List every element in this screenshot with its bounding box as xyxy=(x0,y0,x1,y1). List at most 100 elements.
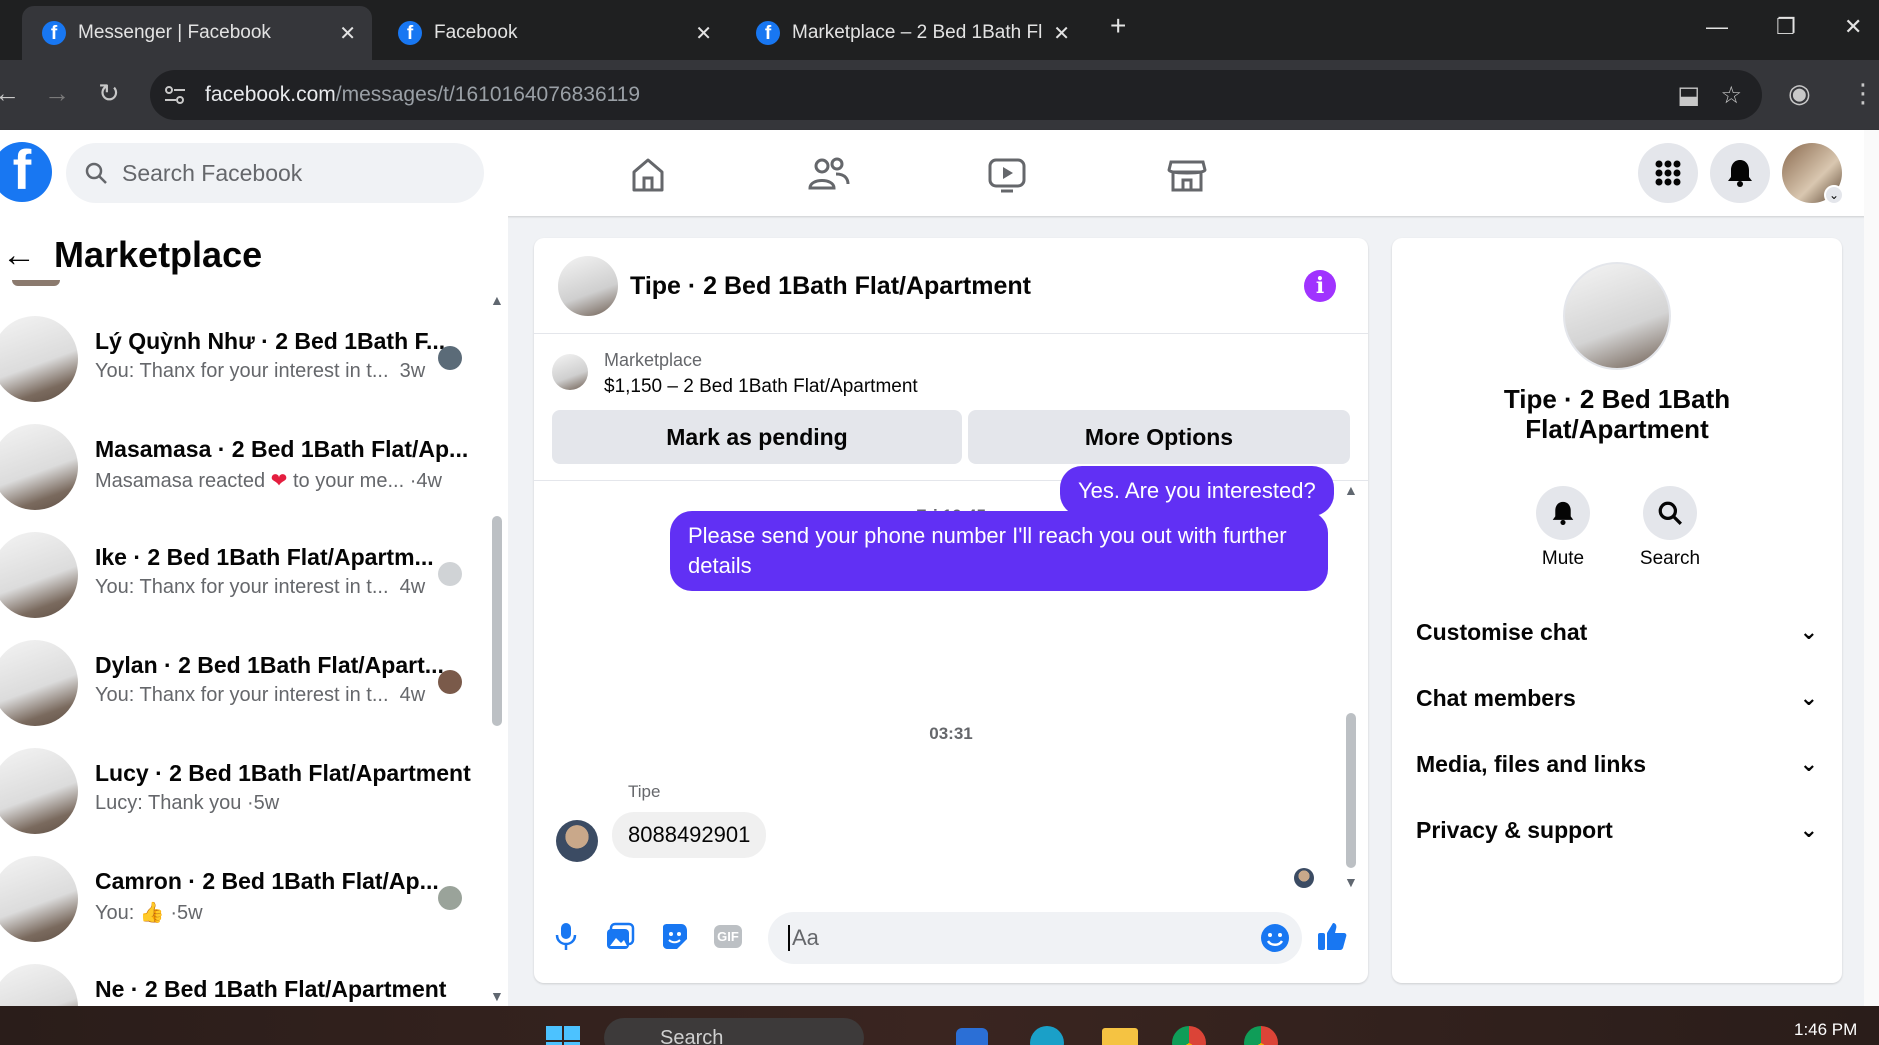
page-scrollbar[interactable] xyxy=(1864,130,1879,1006)
chat-details-panel: Tipe · 2 Bed 1Bath Flat/Apartment Mute S… xyxy=(1392,238,1842,983)
kebab-menu-icon[interactable]: ⋮ xyxy=(1850,78,1876,109)
scroll-down-icon[interactable]: ▼ xyxy=(1344,874,1358,890)
emoji-icon[interactable] xyxy=(1260,923,1290,953)
edge-icon[interactable] xyxy=(1030,1026,1064,1045)
list-item[interactable]: Ike · 2 Bed 1Bath Flat/Apartm... You: Th… xyxy=(0,532,480,640)
taskbar-search[interactable]: Search xyxy=(604,1018,864,1045)
forward-icon[interactable]: → xyxy=(44,78,70,109)
conversation-snippet: Lucy: Thank you ·5w xyxy=(95,792,280,814)
list-item[interactable]: Camron · 2 Bed 1Bath Flat/Ap... You: 👍 ·… xyxy=(0,856,480,964)
listing-price[interactable]: $1,150 – 2 Bed 1Bath Flat/Apartment xyxy=(604,376,918,398)
search-input[interactable]: Search Facebook xyxy=(66,143,484,203)
new-tab-icon[interactable]: + xyxy=(1110,10,1126,42)
taskbar-clock[interactable]: 1:46 PM xyxy=(1794,1020,1857,1040)
microphone-icon[interactable] xyxy=(550,920,582,952)
listing-thumbnail xyxy=(0,532,78,618)
like-icon[interactable] xyxy=(1316,920,1348,952)
row-label: Customise chat xyxy=(1416,618,1588,645)
list-item[interactable]: Dylan · 2 Bed 1Bath Flat/Apart... You: T… xyxy=(0,640,480,748)
windows-taskbar: Search 1:46 PM xyxy=(0,1006,1879,1045)
scroll-down-icon[interactable]: ▼ xyxy=(490,988,504,1004)
chat-panel: Tipe · 2 Bed 1Bath Flat/Apartment i Mark… xyxy=(534,238,1368,983)
listing-thumbnail xyxy=(0,964,78,1006)
outgoing-message[interactable]: Yes. Are you interested? xyxy=(1060,466,1334,516)
conversation-name: Lý Quỳnh Như · 2 Bed 1Bath F... xyxy=(95,328,446,354)
restore-icon[interactable]: ❐ xyxy=(1776,14,1796,40)
more-options-button[interactable]: More Options xyxy=(968,410,1350,464)
chat-members-row[interactable]: Chat members ⌄ xyxy=(1416,678,1818,718)
privacy-support-row[interactable]: Privacy & support ⌄ xyxy=(1416,810,1818,850)
conversation-snippet: You: Thanx for your interest in t... 4w xyxy=(95,684,426,706)
url-bar[interactable]: facebook.com/messages/t/1610164076836119… xyxy=(150,70,1762,120)
list-item[interactable]: Lý Quỳnh Như · 2 Bed 1Bath F... You: Tha… xyxy=(0,316,480,424)
install-app-icon[interactable]: ⬓ xyxy=(1677,81,1700,110)
mute-button[interactable] xyxy=(1536,486,1590,540)
scroll-up-icon[interactable]: ▲ xyxy=(1344,482,1358,498)
conversation-name: Ike · 2 Bed 1Bath Flat/Apartm... xyxy=(95,544,434,570)
watch-icon[interactable] xyxy=(985,152,1029,196)
sender-avatar[interactable] xyxy=(556,820,598,862)
bell-icon xyxy=(1728,160,1752,187)
tab-marketplace[interactable]: f Marketplace – 2 Bed 1Bath Flat/ ✕ xyxy=(736,6,1086,60)
notifications-button[interactable] xyxy=(1710,143,1770,203)
message-input[interactable]: Aa xyxy=(768,912,1302,964)
mark-as-pending-button[interactable]: Mark as pending xyxy=(552,410,962,464)
marketplace-icon[interactable] xyxy=(1165,152,1209,196)
reload-icon[interactable]: ↻ xyxy=(98,78,120,109)
window-close-icon[interactable]: ✕ xyxy=(1844,14,1862,40)
facebook-favicon-icon: f xyxy=(42,21,66,45)
taskbar-app-icon[interactable] xyxy=(956,1028,988,1045)
listing-thumbnail xyxy=(0,856,78,942)
home-icon[interactable] xyxy=(626,152,670,196)
back-arrow-icon[interactable]: ← xyxy=(2,236,36,275)
chevron-down-icon: ⌄ xyxy=(1799,817,1818,842)
facebook-header: f Search Facebook ⌄ xyxy=(0,130,1879,216)
search-in-chat-button[interactable] xyxy=(1643,486,1697,540)
windows-start-icon[interactable] xyxy=(546,1026,580,1045)
facebook-favicon-icon: f xyxy=(756,21,780,45)
bookmark-star-icon[interactable]: ☆ xyxy=(1720,81,1742,110)
gif-icon[interactable]: GIF xyxy=(712,920,744,952)
read-receipt-avatar xyxy=(438,346,462,370)
chrome-icon[interactable] xyxy=(1244,1026,1278,1045)
site-settings-icon[interactable] xyxy=(164,85,186,105)
back-icon[interactable]: ← xyxy=(0,78,20,109)
listing-avatar[interactable] xyxy=(1563,262,1671,370)
row-label: Media, files and links xyxy=(1416,750,1647,777)
seen-receipt-avatar xyxy=(1294,868,1314,888)
marketplace-label: Marketplace xyxy=(604,350,703,370)
facebook-logo-icon[interactable]: f xyxy=(0,142,52,202)
list-item[interactable]: Masamasa · 2 Bed 1Bath Flat/Ap... Masama… xyxy=(0,424,480,532)
scroll-up-icon[interactable]: ▲ xyxy=(490,292,504,308)
close-icon[interactable]: ✕ xyxy=(695,21,712,46)
bell-icon xyxy=(1552,501,1574,525)
chat-title[interactable]: Tipe · 2 Bed 1Bath Flat/Apartment xyxy=(630,272,1031,301)
scrollbar-thumb[interactable] xyxy=(492,516,502,726)
profile-icon[interactable]: ◉ xyxy=(1788,78,1811,109)
folder-icon[interactable] xyxy=(1102,1028,1138,1045)
scrollbar-thumb[interactable] xyxy=(1346,713,1356,868)
search-icon xyxy=(1658,501,1682,525)
customise-chat-row[interactable]: Customise chat ⌄ xyxy=(1416,612,1818,652)
tab-messenger[interactable]: f Messenger | Facebook ✕ xyxy=(22,6,372,60)
account-avatar[interactable]: ⌄ xyxy=(1782,143,1844,205)
tab-facebook[interactable]: f Facebook ✕ xyxy=(378,6,728,60)
chat-avatar[interactable] xyxy=(558,256,618,316)
close-icon[interactable]: ✕ xyxy=(339,21,356,46)
outgoing-message[interactable]: Please send your phone number I'll reach… xyxy=(670,511,1328,591)
info-icon[interactable]: i xyxy=(1304,270,1336,302)
sticker-icon[interactable] xyxy=(658,920,690,952)
list-item[interactable]: Lucy · 2 Bed 1Bath Flat/Apartment Lucy: … xyxy=(0,748,480,856)
close-icon[interactable]: ✕ xyxy=(1053,21,1070,46)
read-receipt-avatar xyxy=(438,886,462,910)
minimize-icon[interactable]: — xyxy=(1706,14,1728,40)
list-item[interactable]: Ne · 2 Bed 1Bath Flat/Apartment xyxy=(0,964,480,1006)
menu-grid-button[interactable] xyxy=(1638,143,1698,203)
chrome-icon[interactable] xyxy=(1172,1026,1206,1045)
friends-icon[interactable] xyxy=(806,152,850,196)
conversation-snippet: You: Thanx for your interest in t... 3w xyxy=(95,360,426,382)
tab-title: Marketplace – 2 Bed 1Bath Flat/ xyxy=(792,22,1042,43)
photo-icon[interactable] xyxy=(604,920,636,952)
incoming-message[interactable]: 8088492901 xyxy=(612,812,767,858)
media-files-links-row[interactable]: Media, files and links ⌄ xyxy=(1416,744,1818,784)
